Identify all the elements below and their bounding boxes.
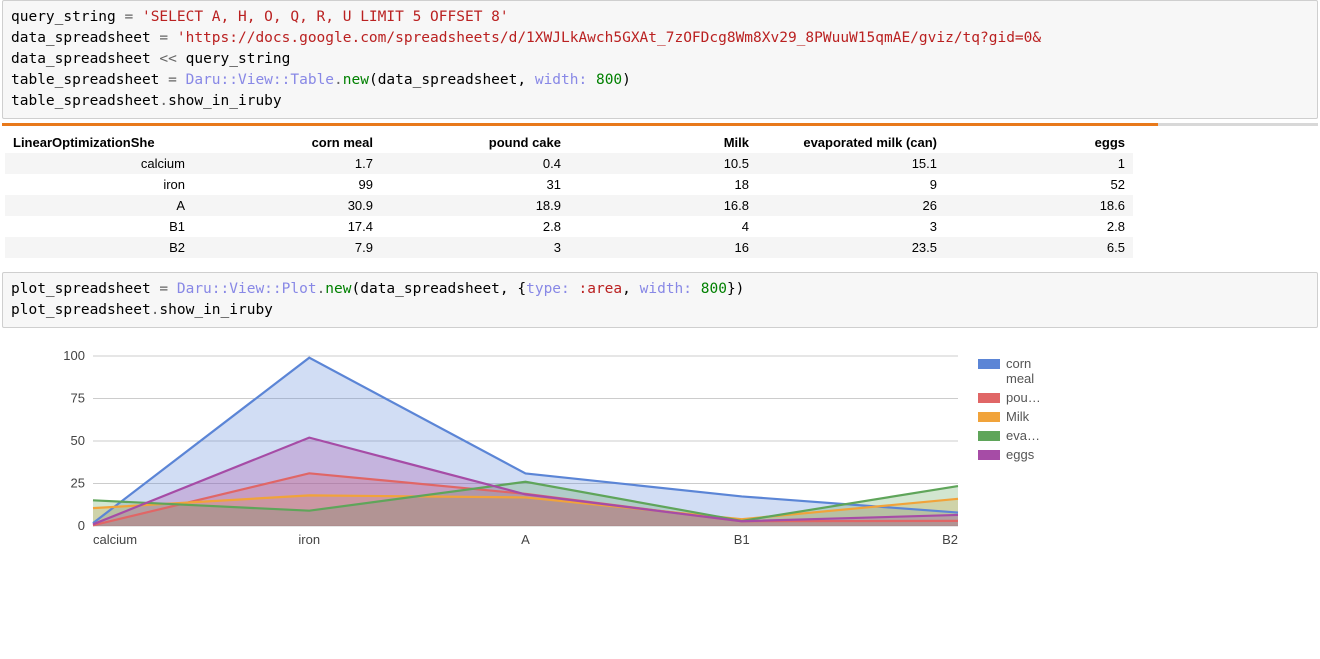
x-tick-label: calcium [93, 532, 137, 547]
cell: 23.5 [757, 237, 945, 258]
legend-item[interactable]: eggs [978, 447, 1033, 462]
cell: 3 [757, 216, 945, 237]
legend-label: pou… [1006, 390, 1041, 405]
code-line: table_spreadsheet = Daru::View::Table.ne… [11, 72, 631, 88]
cell: 9 [757, 174, 945, 195]
cell: 10.5 [569, 153, 757, 174]
col-header: eggs [945, 132, 1133, 153]
table-row: B117.42.8432.8 [5, 216, 1133, 237]
cell: 18 [569, 174, 757, 195]
legend-item[interactable]: pou… [978, 390, 1033, 405]
cell: 0.4 [381, 153, 569, 174]
code-line: plot_spreadsheet.show_in_iruby [11, 302, 273, 318]
table-row: A30.918.916.82618.6 [5, 195, 1133, 216]
chart-legend: corn meal pou… Milk eva… eggs [978, 356, 1033, 466]
cell: 7.9 [193, 237, 381, 258]
row-header: B1 [5, 216, 193, 237]
legend-label: Milk [1006, 409, 1029, 424]
table-row: iron993118952 [5, 174, 1133, 195]
y-tick-label: 50 [71, 433, 85, 448]
code-line: query_string = 'SELECT A, H, O, Q, R, U … [11, 9, 509, 25]
code-line: plot_spreadsheet = Daru::View::Plot.new(… [11, 281, 744, 297]
row-header: B2 [5, 237, 193, 258]
col-header: corn meal [193, 132, 381, 153]
table-row: B27.931623.56.5 [5, 237, 1133, 258]
cell-divider [2, 123, 1318, 126]
legend-swatch [978, 431, 1000, 441]
row-header: A [5, 195, 193, 216]
cell: 3 [381, 237, 569, 258]
legend-item[interactable]: Milk [978, 409, 1033, 424]
cell: 99 [193, 174, 381, 195]
code-cell-1[interactable]: query_string = 'SELECT A, H, O, Q, R, U … [2, 0, 1318, 119]
legend-swatch [978, 412, 1000, 422]
legend-label: eva… [1006, 428, 1040, 443]
x-tick-label: A [521, 532, 530, 547]
cell: 15.1 [757, 153, 945, 174]
area-chart[interactable]: 0 25 50 75 100 calcium iron A B1 B2 corn meal pou…… [18, 346, 1048, 576]
cell: 4 [569, 216, 757, 237]
y-tick-label: 75 [71, 391, 85, 406]
cell: 2.8 [945, 216, 1133, 237]
y-tick-label: 0 [78, 518, 85, 533]
col-header: LinearOptimizationShe [5, 132, 193, 153]
col-header: pound cake [381, 132, 569, 153]
legend-label: eggs [1006, 447, 1034, 462]
row-header: iron [5, 174, 193, 195]
row-header: calcium [5, 153, 193, 174]
table-header-row: LinearOptimizationShe corn meal pound ca… [5, 132, 1133, 153]
code-line: table_spreadsheet.show_in_iruby [11, 93, 282, 109]
cell: 2.8 [381, 216, 569, 237]
cell: 1.7 [193, 153, 381, 174]
legend-swatch [978, 450, 1000, 460]
code-cell-2[interactable]: plot_spreadsheet = Daru::View::Plot.new(… [2, 272, 1318, 328]
cell: 18.6 [945, 195, 1133, 216]
legend-item[interactable]: corn meal [978, 356, 1033, 386]
x-tick-label: iron [298, 532, 320, 547]
x-tick-label: B1 [734, 532, 750, 547]
cell: 16.8 [569, 195, 757, 216]
cell: 6.5 [945, 237, 1133, 258]
cell: 17.4 [193, 216, 381, 237]
legend-item[interactable]: eva… [978, 428, 1033, 443]
cell: 52 [945, 174, 1133, 195]
output-table: LinearOptimizationShe corn meal pound ca… [5, 132, 1133, 258]
col-header: Milk [569, 132, 757, 153]
cell: 18.9 [381, 195, 569, 216]
y-tick-label: 25 [71, 476, 85, 491]
cell: 30.9 [193, 195, 381, 216]
code-line: data_spreadsheet << query_string [11, 51, 290, 67]
cell: 1 [945, 153, 1133, 174]
col-header: evaporated milk (can) [757, 132, 945, 153]
code-line: data_spreadsheet = 'https://docs.google.… [11, 30, 1041, 46]
legend-label: corn meal [1006, 356, 1034, 386]
legend-swatch [978, 393, 1000, 403]
chart-canvas: 0 25 50 75 100 calcium iron A B1 B2 [18, 346, 963, 571]
x-tick-label: B2 [942, 532, 958, 547]
cell: 16 [569, 237, 757, 258]
legend-swatch [978, 359, 1000, 369]
cell: 31 [381, 174, 569, 195]
table-row: calcium1.70.410.515.11 [5, 153, 1133, 174]
y-tick-label: 100 [63, 348, 85, 363]
cell: 26 [757, 195, 945, 216]
